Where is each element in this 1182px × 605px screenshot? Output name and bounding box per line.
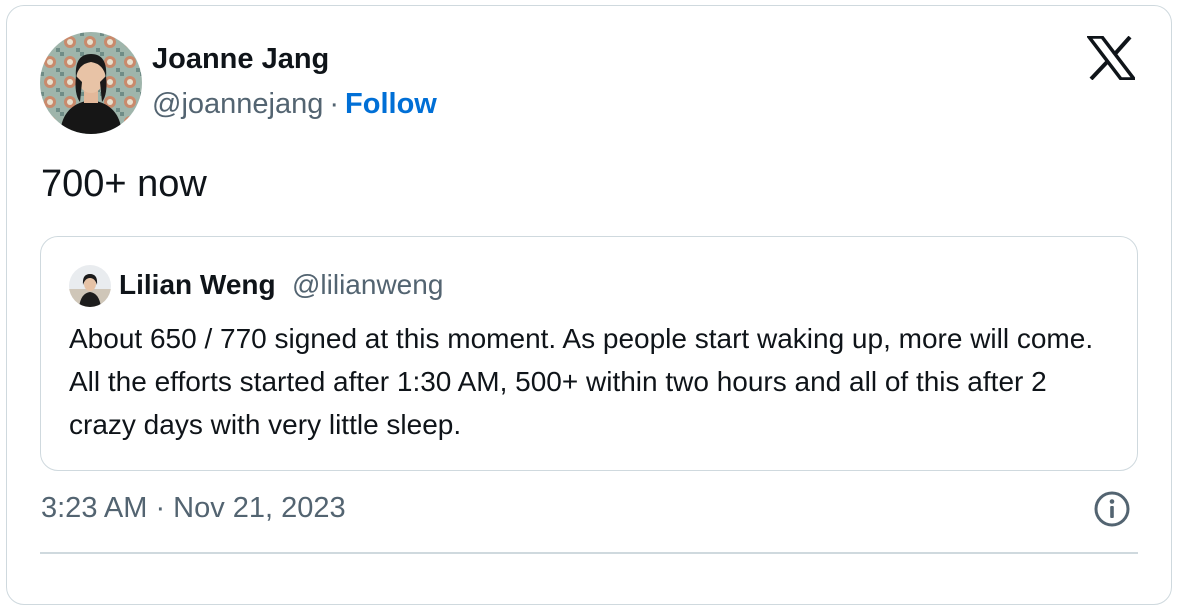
quoted-tweet-text: About 650 / 770 signed at this moment. A… [69,323,1094,440]
x-logo-icon[interactable] [1085,35,1138,81]
separator-dot: · [329,88,340,120]
author-avatar[interactable] [40,32,142,134]
quoted-author-handle[interactable]: @lilianweng [292,269,443,301]
info-icon-svg [1094,491,1130,527]
author-meta: @joannejang · Follow [152,88,437,121]
avatar-image [40,32,142,134]
quoted-avatar-image [69,265,111,307]
divider [40,552,1138,554]
quoted-tweet[interactable]: Lilian Weng @lilianweng About 650 / 770 … [40,236,1138,471]
quoted-author-avatar[interactable] [69,265,111,307]
author-handle[interactable]: @joannejang [152,88,323,120]
info-icon[interactable] [1093,490,1131,528]
quoted-author-name[interactable]: Lilian Weng [119,269,276,301]
tweet-timestamp[interactable]: 3:23 AM · Nov 21, 2023 [41,492,346,525]
author-name[interactable]: Joanne Jang [152,43,329,76]
follow-button[interactable]: Follow [345,88,437,120]
x-logo-svg [1085,35,1138,81]
tweet-text: 700+ now [41,163,207,205]
